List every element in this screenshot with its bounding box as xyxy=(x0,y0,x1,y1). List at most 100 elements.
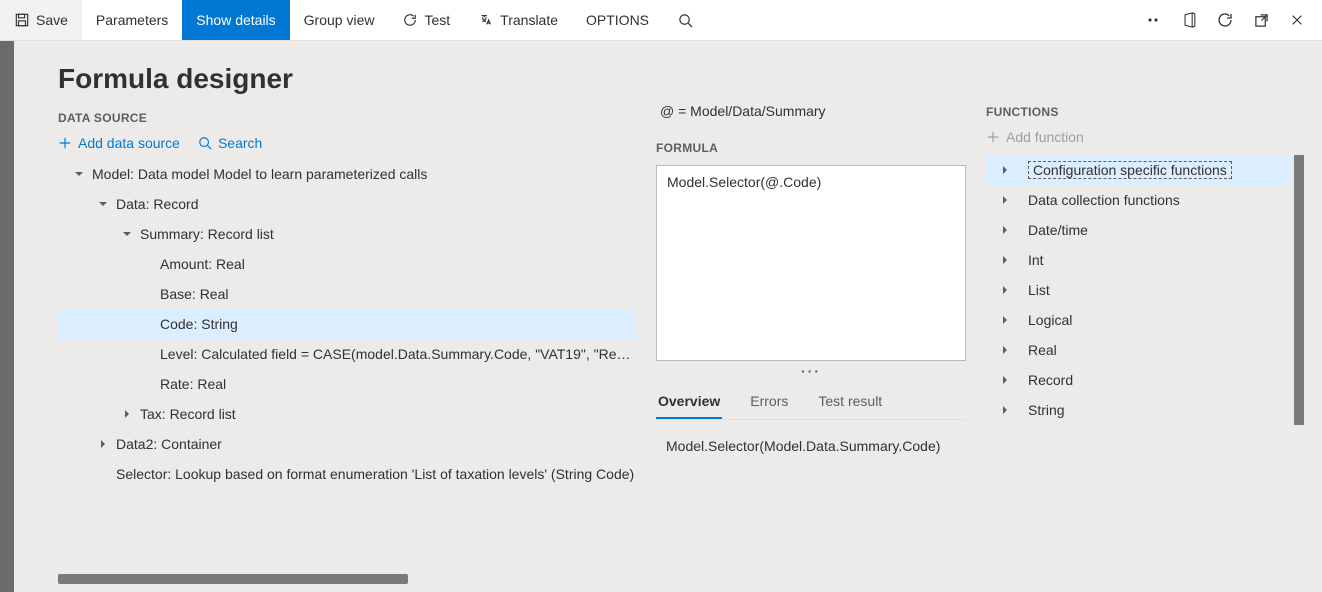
caret-right-icon[interactable] xyxy=(998,223,1012,237)
toolbar: Save Parameters Show details Group view … xyxy=(0,0,1322,41)
fn-row-configuration[interactable]: Configuration specific functions xyxy=(986,155,1292,185)
fn-row-datetime[interactable]: Date/time xyxy=(986,215,1292,245)
tree-label: Rate: Real xyxy=(160,376,226,392)
resize-handle[interactable]: ··· xyxy=(656,361,966,385)
horizontal-scrollbar[interactable] xyxy=(58,574,408,584)
fn-label: List xyxy=(1028,282,1050,298)
caret-right-icon[interactable] xyxy=(998,193,1012,207)
toolbar-search-button[interactable] xyxy=(663,0,707,40)
caret-right-icon[interactable] xyxy=(998,343,1012,357)
page-title: Formula designer xyxy=(58,63,636,95)
add-data-source-button[interactable]: Add data source xyxy=(58,135,180,151)
tab-overview[interactable]: Overview xyxy=(656,385,722,419)
data-source-label: DATA SOURCE xyxy=(58,111,636,125)
at-prefix: @ = xyxy=(660,103,690,119)
search-label: Search xyxy=(218,135,262,151)
tree-node-level[interactable]: Level: Calculated field = CASE(model.Dat… xyxy=(58,339,636,369)
fn-label: Real xyxy=(1028,342,1057,358)
tree-node-tax[interactable]: Tax: Record list xyxy=(58,399,636,429)
test-button[interactable]: Test xyxy=(388,0,464,40)
tree-node-rate[interactable]: Rate: Real xyxy=(58,369,636,399)
save-label: Save xyxy=(36,12,68,28)
plus-icon xyxy=(986,130,1000,144)
office-icon[interactable] xyxy=(1180,11,1198,29)
tree-node-data2[interactable]: Data2: Container xyxy=(58,429,636,459)
tree-label: Amount: Real xyxy=(160,256,245,272)
caret-right-icon[interactable] xyxy=(998,253,1012,267)
tree-label: Selector: Lookup based on format enumera… xyxy=(116,466,634,482)
fn-label: Int xyxy=(1028,252,1044,268)
options-button[interactable]: OPTIONS xyxy=(572,0,663,40)
fn-row-string[interactable]: String xyxy=(986,395,1292,425)
reload-icon[interactable] xyxy=(1216,11,1234,29)
tab-test-result[interactable]: Test result xyxy=(816,385,884,419)
caret-right-icon[interactable] xyxy=(998,373,1012,387)
fn-row-list[interactable]: List xyxy=(986,275,1292,305)
show-details-button[interactable]: Show details xyxy=(182,0,289,40)
tree-node-selector[interactable]: Selector: Lookup based on format enumera… xyxy=(58,459,636,489)
fn-label: String xyxy=(1028,402,1065,418)
caret-down-icon[interactable] xyxy=(72,167,86,181)
tree-node-code[interactable]: Code: String xyxy=(58,309,636,339)
tree-label: Data: Record xyxy=(116,196,198,212)
translate-label: Translate xyxy=(500,12,558,28)
tree-node-data[interactable]: Data: Record xyxy=(58,189,636,219)
translate-button[interactable]: Translate xyxy=(464,0,572,40)
parameters-button[interactable]: Parameters xyxy=(82,0,182,40)
tree-label: Data2: Container xyxy=(116,436,222,452)
caret-right-icon[interactable] xyxy=(998,313,1012,327)
fn-label: Date/time xyxy=(1028,222,1088,238)
data-source-tree: Model: Data model Model to learn paramet… xyxy=(58,159,636,584)
caret-right-icon[interactable] xyxy=(96,437,110,451)
tree-label: Level: Calculated field = CASE(model.Dat… xyxy=(160,346,636,362)
tree-label: Base: Real xyxy=(160,286,228,302)
search-button[interactable]: Search xyxy=(198,135,262,151)
add-function-label: Add function xyxy=(1006,129,1084,145)
left-gutter xyxy=(0,41,14,592)
close-icon[interactable] xyxy=(1288,11,1306,29)
translate-icon xyxy=(478,12,494,28)
formula-text: Model.Selector(@.Code) xyxy=(667,174,821,190)
connector-icon[interactable] xyxy=(1144,11,1162,29)
test-label: Test xyxy=(424,12,450,28)
group-view-button[interactable]: Group view xyxy=(290,0,389,40)
refresh-icon xyxy=(402,12,418,28)
fn-row-record[interactable]: Record xyxy=(986,365,1292,395)
formula-panel: @ = Model/Data/Summary FORMULA Model.Sel… xyxy=(656,63,966,584)
add-data-source-label: Add data source xyxy=(78,135,180,151)
formula-label: FORMULA xyxy=(656,141,966,155)
caret-right-icon[interactable] xyxy=(998,283,1012,297)
at-path: Model/Data/Summary xyxy=(690,103,825,119)
overview-content: Model.Selector(Model.Data.Summary.Code) xyxy=(656,430,966,462)
caret-right-icon[interactable] xyxy=(120,407,134,421)
caret-down-icon[interactable] xyxy=(96,197,110,211)
fn-label: Record xyxy=(1028,372,1073,388)
tree-label: Model: Data model Model to learn paramet… xyxy=(92,166,427,182)
plus-icon xyxy=(58,136,72,150)
data-source-panel: Formula designer DATA SOURCE Add data so… xyxy=(58,63,636,584)
search-icon xyxy=(198,136,212,150)
functions-list: Configuration specific functions Data co… xyxy=(986,155,1304,425)
add-function-button[interactable]: Add function xyxy=(986,129,1304,145)
caret-right-icon[interactable] xyxy=(998,403,1012,417)
save-icon xyxy=(14,12,30,28)
fn-row-int[interactable]: Int xyxy=(986,245,1292,275)
fn-row-real[interactable]: Real xyxy=(986,335,1292,365)
tree-node-amount[interactable]: Amount: Real xyxy=(58,249,636,279)
tree-node-base[interactable]: Base: Real xyxy=(58,279,636,309)
popout-icon[interactable] xyxy=(1252,11,1270,29)
tree-node-model[interactable]: Model: Data model Model to learn paramet… xyxy=(58,159,636,189)
formula-input[interactable]: Model.Selector(@.Code) xyxy=(656,165,966,361)
tree-label: Summary: Record list xyxy=(140,226,274,242)
fn-row-logical[interactable]: Logical xyxy=(986,305,1292,335)
tree-label: Tax: Record list xyxy=(140,406,236,422)
tab-errors[interactable]: Errors xyxy=(748,385,790,419)
save-button[interactable]: Save xyxy=(0,0,82,40)
caret-right-icon[interactable] xyxy=(998,163,1012,177)
parameters-label: Parameters xyxy=(96,12,168,28)
options-label: OPTIONS xyxy=(586,12,649,28)
tree-node-summary[interactable]: Summary: Record list xyxy=(58,219,636,249)
functions-panel: FUNCTIONS Add function Configuration spe… xyxy=(986,63,1304,584)
caret-down-icon[interactable] xyxy=(120,227,134,241)
fn-row-data-collection[interactable]: Data collection functions xyxy=(986,185,1292,215)
